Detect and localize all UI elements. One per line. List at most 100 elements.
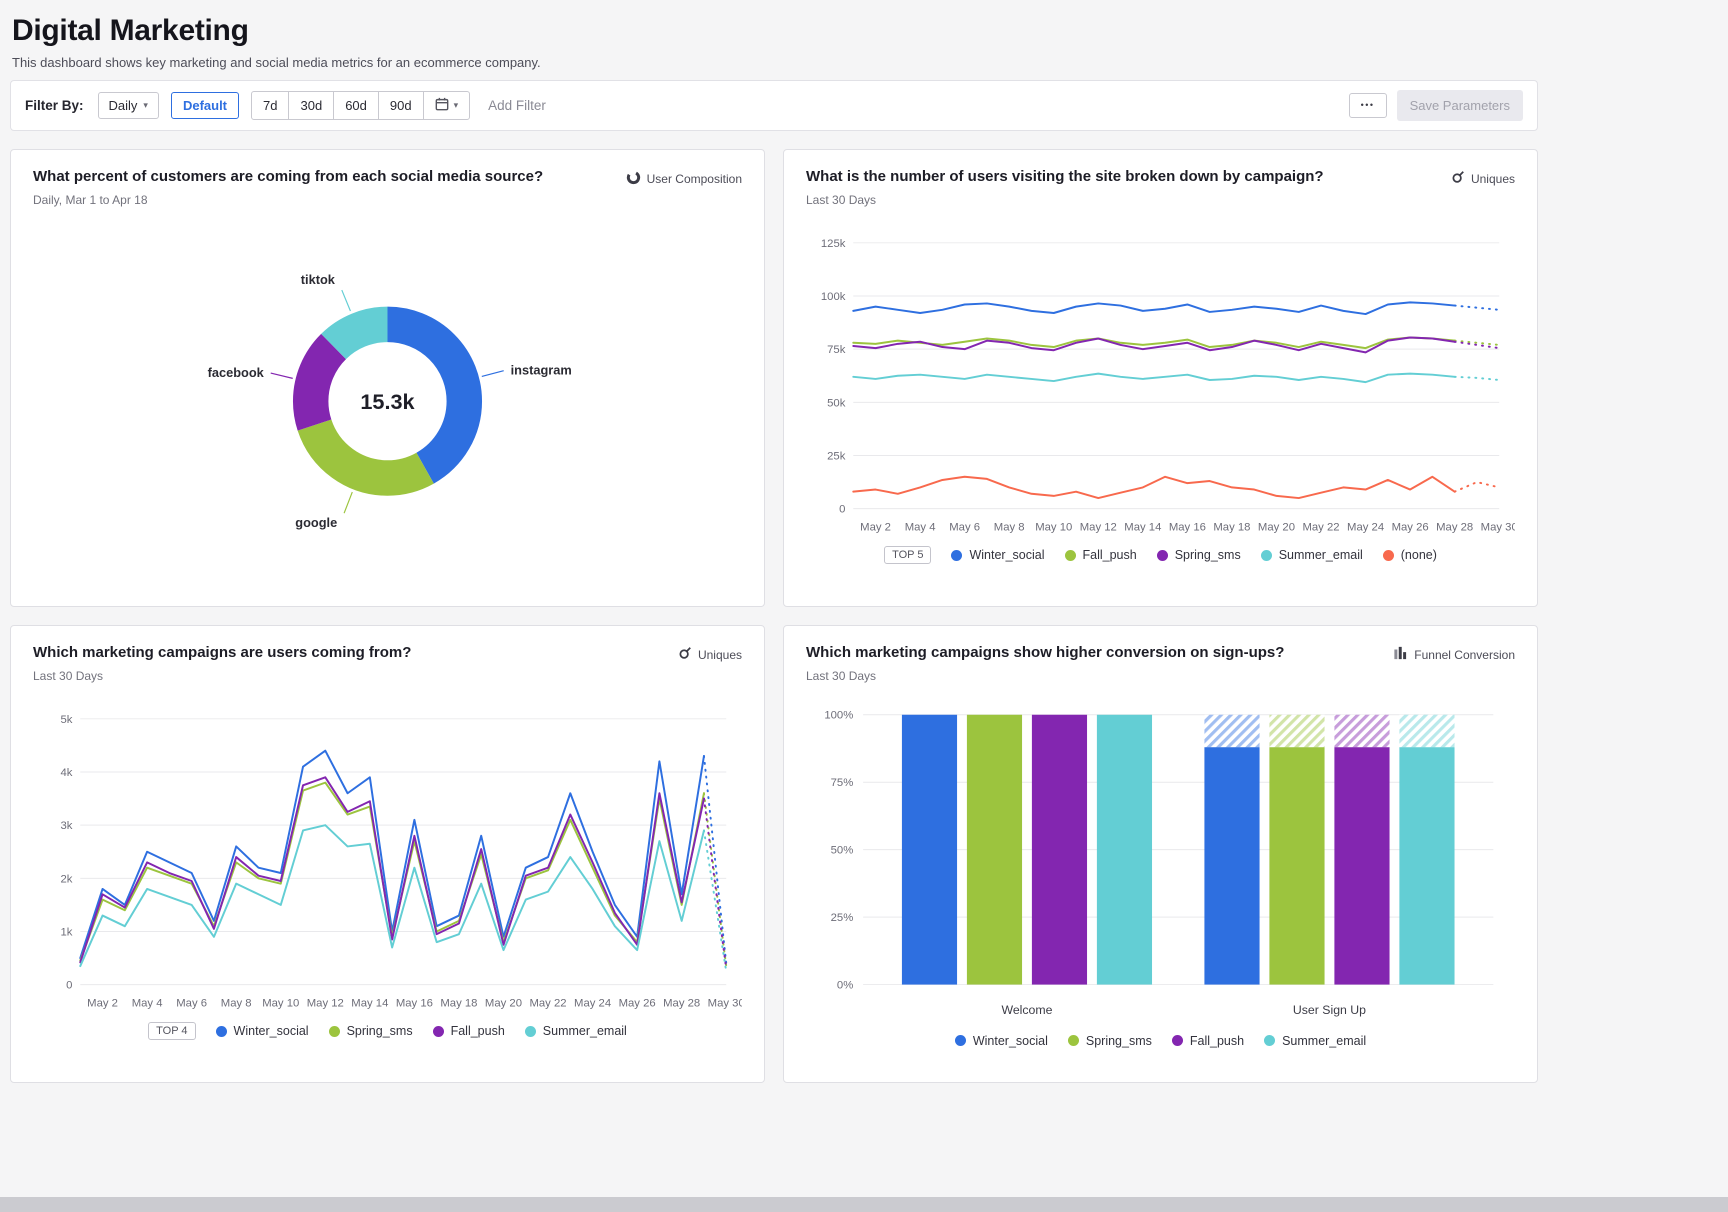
chevron-down-icon: ▾ xyxy=(143,101,148,110)
chart-legend: TOP 5Winter_socialFall_pushSpring_smsSum… xyxy=(884,546,1437,564)
legend-label: Fall_push xyxy=(451,1024,505,1038)
card-subtitle: Last 30 Days xyxy=(33,669,411,683)
legend-label: Fall_push xyxy=(1083,548,1137,562)
legend-top-badge: TOP 4 xyxy=(148,1022,195,1040)
svg-text:May 18: May 18 xyxy=(440,997,477,1009)
svg-text:75%: 75% xyxy=(831,777,854,789)
svg-text:1k: 1k xyxy=(60,926,72,938)
svg-text:May 30: May 30 xyxy=(708,997,742,1009)
svg-text:May 12: May 12 xyxy=(307,997,344,1009)
card-subtitle: Last 30 Days xyxy=(806,193,1324,207)
legend-item-Summer_email[interactable]: Summer_email xyxy=(525,1024,627,1038)
svg-text:google: google xyxy=(295,515,337,530)
range-90d-button[interactable]: 90d xyxy=(378,91,424,120)
legend-item-Fall_push[interactable]: Fall_push xyxy=(433,1024,505,1038)
legend-color-dot xyxy=(216,1026,227,1037)
card-title[interactable]: Which marketing campaigns show higher co… xyxy=(806,644,1284,661)
svg-text:0: 0 xyxy=(839,504,845,516)
legend-color-dot xyxy=(1065,550,1076,561)
card-subtitle: Last 30 Days xyxy=(806,669,1284,683)
legend-label: Winter_social xyxy=(234,1024,309,1038)
svg-text:May 8: May 8 xyxy=(221,997,252,1009)
range-30d-button[interactable]: 30d xyxy=(288,91,334,120)
date-range-segment: 7d 30d 60d 90d ▾ xyxy=(251,91,470,120)
card-campaign-sources: Which marketing campaigns are users comi… xyxy=(10,625,765,1083)
card-title[interactable]: What percent of customers are coming fro… xyxy=(33,168,543,185)
svg-text:May 10: May 10 xyxy=(1035,521,1072,533)
legend-item-Summer_email[interactable]: Summer_email xyxy=(1261,548,1363,562)
legend-label: (none) xyxy=(1401,548,1437,562)
save-parameters-button[interactable]: Save Parameters xyxy=(1397,90,1523,121)
dashboard-content: Digital Marketing This dashboard shows k… xyxy=(10,0,1538,1083)
legend-item-Winter_social[interactable]: Winter_social xyxy=(951,548,1044,562)
more-options-button[interactable]: ••• xyxy=(1349,93,1387,118)
svg-text:25%: 25% xyxy=(831,912,854,924)
legend-item-Spring_sms[interactable]: Spring_sms xyxy=(1157,548,1241,562)
svg-text:125k: 125k xyxy=(821,238,846,250)
legend-item-Summer_email[interactable]: Summer_email xyxy=(1264,1034,1366,1048)
chart-type-meta: Uniques xyxy=(678,646,742,663)
legend-item-Winter_social[interactable]: Winter_social xyxy=(955,1034,1048,1048)
uniques-icon xyxy=(678,646,692,663)
add-filter-button[interactable]: Add Filter xyxy=(488,98,546,113)
horizontal-scrollbar-track[interactable] xyxy=(0,1197,1728,1212)
svg-text:May 2: May 2 xyxy=(860,521,891,533)
svg-text:May 14: May 14 xyxy=(351,997,388,1009)
page-subtitle: This dashboard shows key marketing and s… xyxy=(12,55,1536,70)
legend-label: Winter_social xyxy=(969,548,1044,562)
legend-item-Fall_push[interactable]: Fall_push xyxy=(1172,1034,1244,1048)
legend-label: Spring_sms xyxy=(1175,548,1241,562)
svg-text:May 22: May 22 xyxy=(1302,521,1339,533)
legend-item-Spring_sms[interactable]: Spring_sms xyxy=(329,1024,413,1038)
page-header: Digital Marketing This dashboard shows k… xyxy=(10,0,1538,80)
user-composition-icon xyxy=(626,170,641,188)
legend-color-dot xyxy=(1157,550,1168,561)
svg-text:May 26: May 26 xyxy=(619,997,656,1009)
svg-text:5k: 5k xyxy=(60,714,72,726)
interval-dropdown-value: Daily xyxy=(109,98,138,113)
svg-text:May 24: May 24 xyxy=(574,997,611,1009)
svg-text:2k: 2k xyxy=(60,873,72,885)
legend-color-dot xyxy=(1264,1035,1275,1046)
card-social-media-source: What percent of customers are coming fro… xyxy=(10,149,765,607)
svg-text:May 2: May 2 xyxy=(87,997,118,1009)
range-7d-button[interactable]: 7d xyxy=(251,91,289,120)
range-60d-button[interactable]: 60d xyxy=(333,91,379,120)
date-range-picker[interactable]: ▾ xyxy=(423,91,471,120)
calendar-icon xyxy=(435,97,449,114)
chart-type-label: Uniques xyxy=(698,648,742,662)
interval-dropdown[interactable]: Daily ▾ xyxy=(98,92,159,119)
svg-text:tiktok: tiktok xyxy=(301,272,336,287)
chart-type-meta: Funnel Conversion xyxy=(1393,646,1515,663)
legend-label: Summer_email xyxy=(1282,1034,1366,1048)
legend-color-dot xyxy=(1383,550,1394,561)
filter-by-label: Filter By: xyxy=(25,98,84,113)
legend-color-dot xyxy=(1068,1035,1079,1046)
svg-text:100%: 100% xyxy=(824,710,853,722)
chart-type-label: Funnel Conversion xyxy=(1414,648,1515,662)
chart-legend: Winter_social Spring_sms Fall_push Summer_e… xyxy=(955,1034,1366,1048)
card-title[interactable]: What is the number of users visiting the… xyxy=(806,168,1324,185)
svg-text:4k: 4k xyxy=(60,767,72,779)
card-subtitle: Daily, Mar 1 to Apr 18 xyxy=(33,193,543,207)
legend-item-(none)[interactable]: (none) xyxy=(1383,548,1437,562)
svg-text:0%: 0% xyxy=(837,980,853,992)
svg-text:May 6: May 6 xyxy=(949,521,980,533)
legend-color-dot xyxy=(951,550,962,561)
legend-color-dot xyxy=(955,1035,966,1046)
svg-text:May 18: May 18 xyxy=(1213,521,1250,533)
legend-color-dot xyxy=(525,1026,536,1037)
legend-item-Fall_push[interactable]: Fall_push xyxy=(1065,548,1137,562)
filter-bar-right: ••• Save Parameters xyxy=(1349,90,1523,121)
svg-text:May 16: May 16 xyxy=(396,997,433,1009)
svg-text:3k: 3k xyxy=(60,820,72,832)
svg-text:May 16: May 16 xyxy=(1169,521,1206,533)
legend-item-Spring_sms[interactable]: Spring_sms xyxy=(1068,1034,1152,1048)
svg-text:May 28: May 28 xyxy=(663,997,700,1009)
card-title[interactable]: Which marketing campaigns are users comi… xyxy=(33,644,411,661)
default-filter-button[interactable]: Default xyxy=(171,92,239,119)
svg-text:May 28: May 28 xyxy=(1436,521,1473,533)
svg-text:100k: 100k xyxy=(821,291,846,303)
card-signup-conversion: Which marketing campaigns show higher co… xyxy=(783,625,1538,1083)
legend-item-Winter_social[interactable]: Winter_social xyxy=(216,1024,309,1038)
